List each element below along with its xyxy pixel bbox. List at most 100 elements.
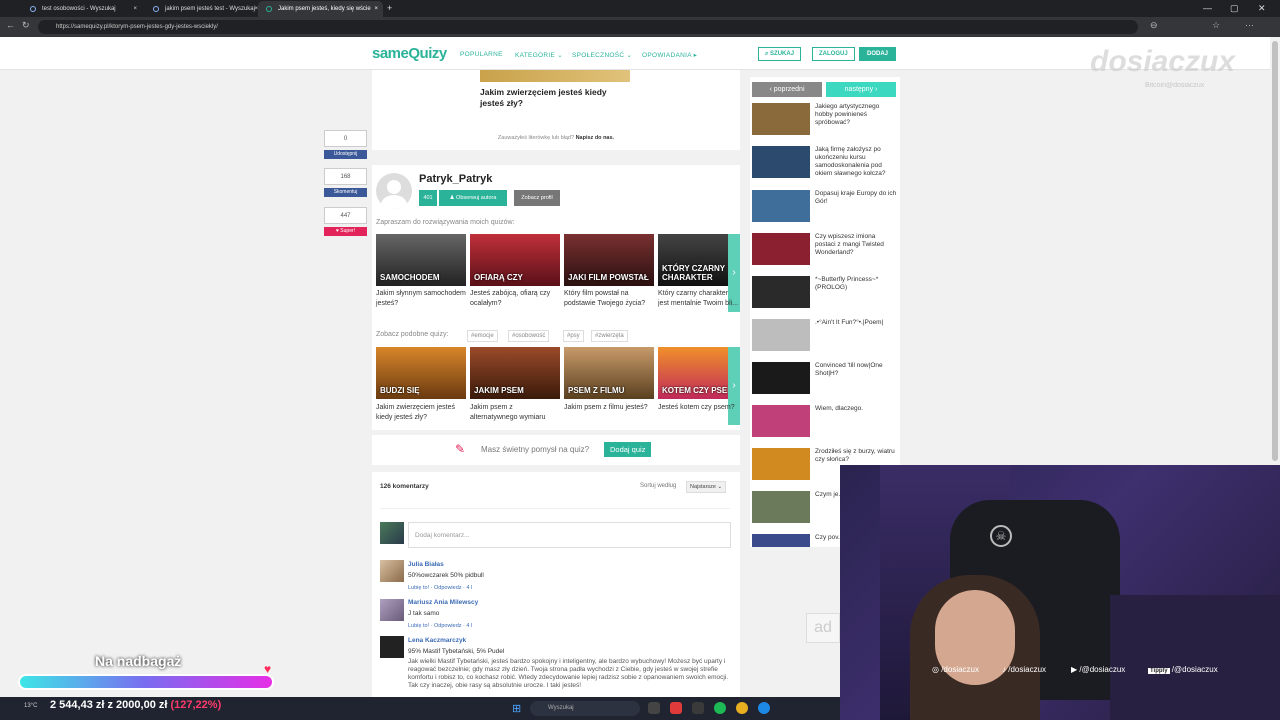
maximize-icon[interactable]: ▢ — [1230, 0, 1239, 16]
super-box[interactable]: 447 ♥ Super! — [324, 207, 367, 236]
similar-quiz-title-3[interactable]: Jakim psem z filmu jesteś? — [564, 403, 656, 413]
taskview-icon[interactable] — [648, 702, 660, 714]
comment-author[interactable]: Julia Białas — [408, 561, 444, 568]
tab-label: test osobowości - Wyszukaj — [42, 6, 116, 12]
tag-personality[interactable]: #osobowość — [508, 330, 550, 342]
webcam-overlay: ☠ — [840, 465, 1280, 720]
chrome-icon[interactable] — [736, 702, 748, 714]
tag-animals[interactable]: #zwierzęta — [591, 330, 628, 342]
sidebar-thumb — [752, 448, 810, 480]
streamer-watermark: dosiaczux — [1090, 45, 1236, 78]
typo-note-text: Zauważyłeś literówkę lub błąd? — [497, 135, 575, 141]
zoom-icon[interactable]: ⊖ — [1150, 20, 1158, 31]
app-icon[interactable] — [692, 702, 704, 714]
similar-quiz-title-2[interactable]: Jakim psem z alternatywnego wymiaru — [470, 403, 562, 423]
goal-amount: 2 544,43 zł z 2000,00 zł (127,22%) — [50, 699, 221, 711]
sidebar-item[interactable]: Czy wpiszesz imiona postaci z mangi Twis… — [752, 233, 897, 271]
sort-select[interactable]: Najstarsze ⌄ — [686, 481, 727, 493]
refresh-icon[interactable]: ↻ — [22, 20, 30, 31]
close-icon[interactable]: × — [133, 1, 137, 17]
close-icon[interactable]: × — [374, 1, 378, 17]
similar-quiz-thumb-1[interactable]: BUDZI SIĘ — [376, 347, 466, 399]
carousel-next-icon[interactable]: › — [728, 347, 740, 425]
author-quiz-thumb-1[interactable]: SAMOCHODEM — [376, 234, 466, 286]
sidebar-title: Jakiego artystycznego hobby powinieneś s… — [815, 103, 880, 126]
add-quiz-button[interactable]: Dodaj quiz — [604, 442, 652, 457]
author-quiz-title-2[interactable]: Jesteś zabójcą, ofiarą czy ocalałym? — [470, 289, 562, 309]
menu-stories[interactable]: OPOWIADANIA ▸ — [642, 51, 697, 59]
comment-box[interactable]: 168 Skomentuj — [324, 168, 367, 197]
start-icon[interactable]: ⊞ — [512, 702, 521, 715]
comment-author[interactable]: Mariusz Ania Milewscy — [408, 599, 478, 606]
tab-1[interactable]: test osobowości - Wyszukaj × — [22, 1, 142, 17]
add-button[interactable]: DODAJ — [859, 47, 897, 61]
site-logo[interactable]: sameQuizy — [372, 45, 447, 62]
sidebar-item[interactable]: .•°Ain't It Fun?°•.|Poem| — [752, 319, 897, 357]
login-button[interactable]: ZALOGUJ — [812, 47, 855, 61]
menu-popular[interactable]: POPULARNE — [460, 51, 503, 58]
author-quiz-thumb-3[interactable]: JAKI FILM POWSTAŁ — [564, 234, 654, 286]
avatar[interactable] — [380, 599, 404, 621]
similar-quiz-thumb-3[interactable]: PSEM Z FILMU — [564, 347, 654, 399]
comment-input[interactable]: Dodaj komentarz... — [408, 522, 731, 548]
favorite-icon[interactable]: ☆ — [1212, 20, 1220, 31]
new-tab-icon[interactable]: + — [387, 0, 392, 16]
view-profile-button[interactable]: Zobacz profil — [514, 190, 560, 206]
app-icon[interactable] — [670, 702, 682, 714]
author-name[interactable]: Patryk_Patryk — [419, 173, 492, 185]
author-quiz-title-3[interactable]: Który film powstał na podstawie Twojego … — [564, 289, 656, 309]
avatar[interactable] — [380, 636, 404, 658]
tab-label: Jakim psem jesteś, kiedy się wście — [278, 6, 371, 12]
tab-3-active[interactable]: Jakim psem jesteś, kiedy się wście × — [258, 1, 383, 17]
next-button[interactable]: następny › — [826, 82, 896, 97]
menu-categories[interactable]: KATEGORIE ⌄ — [515, 51, 563, 59]
sidebar-item[interactable]: Convinced 'till now|One Shot|H? — [752, 362, 897, 400]
author-quiz-title-1[interactable]: Jakim słynnym samochodem jesteś? — [376, 289, 468, 309]
menu-community[interactable]: SPOŁECZNOŚĆ ⌄ — [572, 51, 632, 59]
super-count: 447 — [324, 207, 367, 224]
comment-actions[interactable]: Lubię to! · Odpowiedz · 4 l — [408, 623, 472, 629]
avatar[interactable] — [380, 560, 404, 582]
author-quiz-title-4[interactable]: Który czarny charakter jest mentalnie Tw… — [658, 289, 738, 309]
similar-quiz-thumb-2[interactable]: JAKIM PSEM — [470, 347, 560, 399]
menu-icon[interactable]: ⋯ — [1245, 20, 1254, 31]
ad-badge: ad — [806, 613, 840, 643]
youtube-handle: /@dosiaczux — [1079, 665, 1126, 674]
edge-icon[interactable] — [758, 702, 770, 714]
sidebar-item[interactable]: Jaką firmę założysz po ukończeniu kursu … — [752, 146, 897, 184]
sidebar-item[interactable]: *~Butterfly Princess~* (PROLOG) — [752, 276, 897, 314]
comments-count: 126 komentarzy — [380, 483, 429, 490]
address-bar-row: ← ↻ https://samequizy.pl/ktorym-psem-jes… — [0, 17, 1280, 37]
back-icon[interactable]: ← — [6, 20, 15, 30]
sofa — [1110, 595, 1280, 720]
share-box[interactable]: 0 Udostępnij — [324, 130, 367, 159]
share-button[interactable]: Udostępnij — [324, 150, 367, 159]
comment-author[interactable]: Lena Kaczmarczyk — [408, 637, 466, 644]
similar-quiz-title-4[interactable]: Jesteś kotem czy psem? — [658, 403, 738, 413]
page-scrollbar[interactable] — [1270, 37, 1280, 465]
taskbar-search[interactable]: Wyszukaj — [530, 701, 640, 716]
similar-quiz-title-1[interactable]: Jakim zwierzęciem jesteś kiedy jesteś zł… — [376, 403, 468, 423]
thumb-text: BUDZI SIĘ — [380, 386, 420, 395]
prev-button[interactable]: ‹ poprzedni — [752, 82, 822, 97]
tab-2[interactable]: jakim psem jesteś test - Wyszukaj × — [145, 1, 263, 17]
minimize-icon[interactable]: — — [1203, 0, 1212, 16]
typo-link[interactable]: Napisz do nas. — [576, 135, 615, 141]
comment-button[interactable]: Skomentuj — [324, 188, 367, 197]
follow-author-button[interactable]: ♟ Obserwuj autora — [439, 190, 507, 206]
tag-emotions[interactable]: #emocje — [467, 330, 498, 342]
super-button[interactable]: ♥ Super! — [324, 227, 367, 236]
sidebar-thumb — [752, 362, 810, 394]
author-avatar[interactable] — [376, 173, 412, 209]
tag-dogs[interactable]: #psy — [563, 330, 584, 342]
comment-actions[interactable]: Lubię to! · Odpowiedz · 4 l — [408, 585, 472, 591]
sidebar-item[interactable]: Jakiego artystycznego hobby powinieneś s… — [752, 103, 897, 141]
sidebar-item[interactable]: Wiem, dlaczego. — [752, 405, 897, 443]
window-close-icon[interactable]: ✕ — [1258, 0, 1266, 16]
search-button[interactable]: ⌕ SZUKAJ — [758, 47, 802, 61]
author-quiz-thumb-2[interactable]: OFIARĄ CZY — [470, 234, 560, 286]
spotify-icon[interactable] — [714, 702, 726, 714]
sidebar-item[interactable]: Dopasuj kraje Europy do ich Gór! — [752, 190, 897, 228]
social-tiktok: ♪ /dosiaczux — [1002, 665, 1047, 674]
url-field[interactable]: https://samequizy.pl/ktorym-psem-jestes-… — [38, 20, 1138, 34]
